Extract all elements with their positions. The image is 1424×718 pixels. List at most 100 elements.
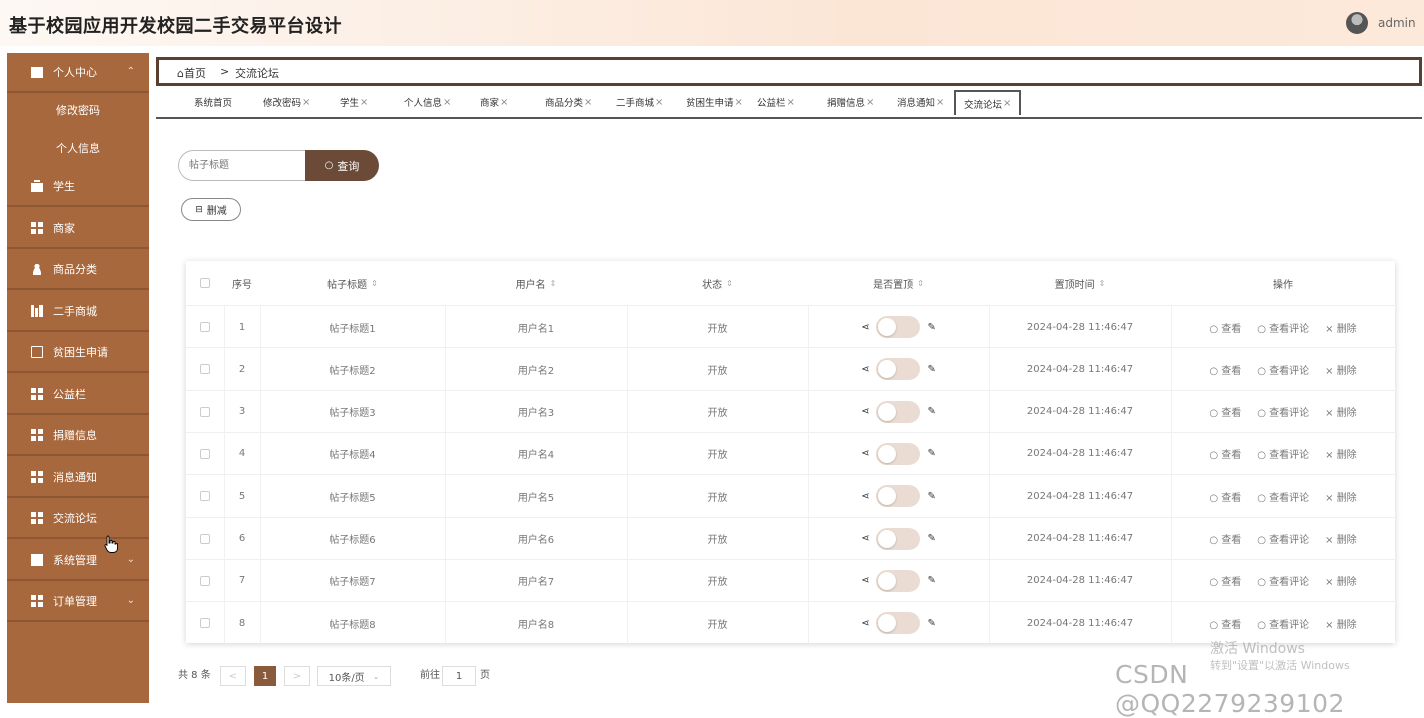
tab-item[interactable]: 消息通知 × (897, 90, 944, 114)
tab-item[interactable]: 商品分类 × (545, 90, 592, 114)
search-button[interactable]: ○ 查询 (305, 150, 379, 181)
view-comments-button[interactable]: ○ 查看评论 (1257, 404, 1309, 419)
batch-delete-button[interactable]: ⊟ 删减 (181, 198, 241, 221)
pin-toggle-switch[interactable] (875, 400, 920, 423)
view-button[interactable]: ○ 查看 (1209, 320, 1241, 335)
close-icon[interactable]: × (443, 97, 451, 108)
pin-toggle-switch[interactable] (875, 612, 920, 635)
pin-toggle-switch[interactable] (875, 527, 920, 550)
row-checkbox[interactable] (200, 364, 210, 375)
tab-item[interactable]: 修改密码 × (263, 90, 310, 114)
close-icon[interactable]: × (360, 97, 368, 108)
view-comments-button[interactable]: ○ 查看评论 (1257, 489, 1309, 504)
close-icon[interactable]: × (500, 97, 508, 108)
tab-item[interactable]: 系统首页 (194, 90, 232, 114)
column-header[interactable]: 是否置顶 ⇕ (808, 261, 989, 305)
column-header[interactable]: 帖子标题 ⇕ (260, 261, 445, 305)
delete-button[interactable]: × 删除 (1325, 320, 1357, 335)
sort-icon[interactable]: ⇕ (550, 279, 557, 288)
sidebar-item[interactable]: 系统管理 ⌄ (7, 541, 149, 581)
view-comments-button[interactable]: ○ 查看评论 (1257, 320, 1309, 335)
view-button[interactable]: ○ 查看 (1209, 446, 1241, 461)
tab-item[interactable]: 交流论坛 × (954, 90, 1022, 115)
pin-toggle-switch[interactable] (875, 442, 920, 465)
close-icon[interactable]: × (655, 97, 663, 108)
close-icon[interactable]: × (735, 97, 743, 108)
close-icon[interactable]: × (936, 97, 944, 108)
sidebar-item[interactable]: 订单管理 ⌄ (7, 582, 149, 622)
pin-toggle-switch[interactable] (875, 358, 920, 381)
sidebar-item[interactable]: 消息通知 (7, 458, 149, 498)
row-checkbox[interactable] (200, 406, 210, 417)
page-number-current[interactable]: 1 (254, 666, 276, 686)
view-button[interactable]: ○ 查看 (1209, 531, 1241, 546)
next-page-button[interactable]: > (284, 666, 310, 686)
tab-item[interactable]: 个人信息 × (404, 90, 451, 114)
view-comments-button[interactable]: ○ 查看评论 (1257, 446, 1309, 461)
view-button[interactable]: ○ 查看 (1209, 616, 1241, 631)
view-comments-button[interactable]: ○ 查看评论 (1257, 531, 1309, 546)
delete-button[interactable]: × 删除 (1325, 404, 1357, 419)
avatar[interactable] (1346, 12, 1368, 34)
prev-page-button[interactable]: < (220, 666, 246, 686)
sidebar-item[interactable]: 个人中心 ⌃ (7, 53, 149, 93)
pin-toggle-switch[interactable] (875, 569, 920, 592)
select-all-checkbox[interactable] (200, 278, 210, 288)
row-checkbox[interactable] (200, 618, 210, 629)
sidebar-subitem[interactable]: 修改密码 (7, 91, 149, 129)
sidebar-item[interactable]: 贫困生申请 (7, 333, 149, 373)
page-size-select[interactable]: 10条/页 ⌄ (317, 666, 391, 686)
view-button[interactable]: ○ 查看 (1209, 362, 1241, 377)
delete-button[interactable]: × 删除 (1325, 362, 1357, 377)
username-label[interactable]: admin (1378, 16, 1416, 30)
tab-item[interactable]: 贫困生申请 × (686, 90, 743, 114)
sidebar-item[interactable]: 交流论坛 (7, 499, 149, 539)
view-button[interactable]: ○ 查看 (1209, 489, 1241, 504)
column-header[interactable]: 状态 ⇕ (627, 261, 808, 305)
sidebar-item[interactable]: 捐赠信息 (7, 416, 149, 456)
close-icon[interactable]: × (787, 97, 795, 108)
sort-icon[interactable]: ⇕ (726, 279, 733, 288)
view-button[interactable]: ○ 查看 (1209, 573, 1241, 588)
sort-icon[interactable]: ⇕ (371, 279, 378, 288)
tab-item[interactable]: 捐赠信息 × (827, 90, 874, 114)
column-header[interactable]: 置顶时间 ⇕ (989, 261, 1171, 305)
tab-item[interactable]: 公益栏 × (757, 90, 795, 114)
row-checkbox[interactable] (200, 575, 210, 586)
view-comments-button[interactable]: ○ 查看评论 (1257, 362, 1309, 377)
close-icon[interactable]: × (302, 97, 310, 108)
close-icon[interactable]: × (584, 97, 592, 108)
search-input[interactable] (178, 150, 306, 181)
tab-item[interactable]: 学生 × (340, 90, 368, 114)
row-checkbox[interactable] (200, 491, 210, 502)
sidebar-item[interactable]: 学生 (7, 167, 149, 207)
sidebar-subitem[interactable]: 个人信息 (7, 129, 149, 167)
sidebar-item[interactable]: 商品分类 (7, 250, 149, 290)
row-checkbox[interactable] (200, 322, 210, 332)
edit-icon: ✎ (927, 533, 936, 544)
tab-item[interactable]: 二手商城 × (616, 90, 663, 114)
row-checkbox[interactable] (200, 533, 210, 544)
delete-button[interactable]: × 删除 (1325, 446, 1357, 461)
breadcrumb-home[interactable]: ⌂首页 (177, 65, 206, 81)
pin-toggle-switch[interactable] (875, 316, 920, 338)
delete-button[interactable]: × 删除 (1325, 616, 1357, 631)
goto-page-input[interactable]: 1 (442, 666, 476, 686)
close-icon[interactable]: × (866, 97, 874, 108)
sidebar-item[interactable]: 二手商城 (7, 292, 149, 332)
row-checkbox[interactable] (200, 448, 210, 459)
sort-icon[interactable]: ⇕ (1099, 279, 1106, 288)
delete-button[interactable]: × 删除 (1325, 573, 1357, 588)
sidebar-item[interactable]: 商家 (7, 209, 149, 249)
sort-icon[interactable]: ⇕ (917, 279, 924, 288)
close-icon[interactable]: × (1003, 98, 1011, 109)
tab-item[interactable]: 商家 × (480, 90, 508, 114)
column-header[interactable]: 用户名 ⇕ (445, 261, 627, 305)
view-comments-button[interactable]: ○ 查看评论 (1257, 573, 1309, 588)
sidebar-item[interactable]: 公益栏 (7, 375, 149, 415)
view-comments-button[interactable]: ○ 查看评论 (1257, 616, 1309, 631)
view-button[interactable]: ○ 查看 (1209, 404, 1241, 419)
delete-button[interactable]: × 删除 (1325, 489, 1357, 504)
delete-button[interactable]: × 删除 (1325, 531, 1357, 546)
pin-toggle-switch[interactable] (875, 485, 920, 508)
